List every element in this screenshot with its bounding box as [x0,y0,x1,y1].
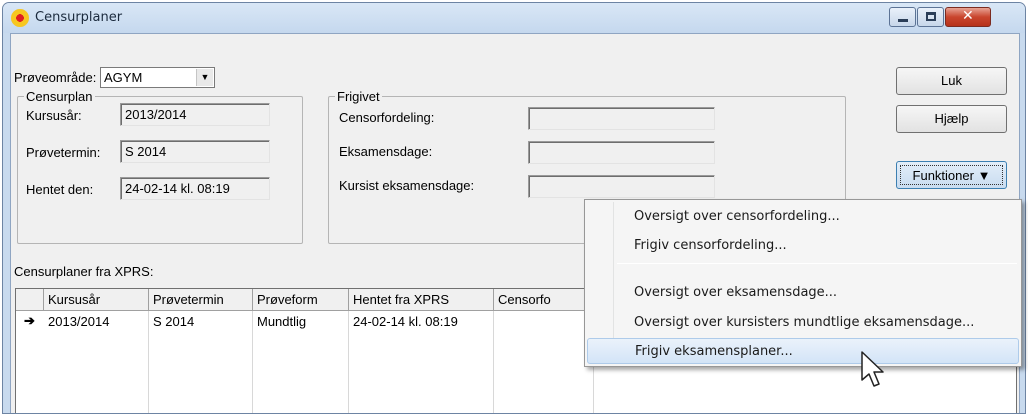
censorfordeling-field [528,107,715,130]
cell-provetermin: S 2014 [153,314,195,329]
menu-item-oversigt-censorfordeling[interactable]: Oversigt over censorfordeling... [587,204,1019,230]
menu-item-label: Oversigt over eksamensdage... [634,285,838,300]
kursusaar-value: 2013/2014 [125,107,187,122]
funktioner-menu: Oversigt over censorfordeling... Frigiv … [584,199,1022,367]
provetermin-field: S 2014 [120,140,270,163]
menu-item-label: Oversigt over censorfordeling... [634,209,840,224]
column-header[interactable]: Prøvetermin [149,289,253,311]
kursist-eksamensdage-field [528,175,715,198]
row-indicator-header [16,289,44,311]
censurplan-legend: Censurplan [24,89,95,104]
dropdown-arrow-icon: ▼ [977,168,991,183]
menu-item-label: Frigiv eksamensplaner... [635,344,793,359]
menu-item-frigiv-censorfordeling[interactable]: Frigiv censorfordeling... [587,233,1019,259]
eksamensdage-field [528,141,715,164]
hjaelp-button[interactable]: Hjælp [896,105,1007,133]
minimize-icon [898,19,908,22]
luk-button[interactable]: Luk [896,67,1007,95]
table-caption: Censurplaner fra XPRS: [14,264,154,279]
mouse-pointer-icon [861,351,884,387]
kursist-eksamensdage-label: Kursist eksamensdage: [339,178,475,193]
cell-hentet: 24-02-14 kl. 08:19 [353,314,458,329]
maximize-icon [926,12,936,21]
proveomrade-select[interactable]: AGYM ▼ [100,67,215,88]
provetermin-label: Prøvetermin: [26,145,101,160]
censorfordeling-label: Censorfordeling: [339,110,435,125]
frigivet-legend: Frigivet [335,89,382,104]
current-row-arrow-icon: ➔ [24,313,35,328]
column-header[interactable]: Kursusår [44,289,149,311]
menu-item-oversigt-kursisters-eksamensdage[interactable]: Oversigt over kursisters mundtlige eksam… [587,310,1019,336]
close-button[interactable]: ✕ [945,7,991,27]
hentet-value: 24-02-14 kl. 08:19 [125,181,230,196]
close-icon: ✕ [962,8,974,24]
column-header[interactable]: Prøveform [253,289,349,311]
menu-item-label: Oversigt over kursisters mundtlige eksam… [634,315,975,330]
menu-item-oversigt-eksamensdage[interactable]: Oversigt over eksamensdage... [587,280,1019,306]
title-bar[interactable]: Censurplaner ✕ [3,3,1025,33]
hentet-field: 24-02-14 kl. 08:19 [120,177,270,200]
funktioner-label: Funktioner [912,168,974,183]
column-header[interactable]: Censorfo [494,289,594,311]
chevron-down-icon[interactable]: ▼ [196,69,213,86]
column-header[interactable]: Hentet fra XPRS [349,289,494,311]
cell-proveform: Mundtlig [257,314,307,329]
proveomrade-label: Prøveområde: [14,70,97,85]
kursusaar-field: 2013/2014 [120,103,270,126]
provetermin-value: S 2014 [125,144,167,159]
flower-icon [11,9,29,27]
censurplan-group: Censurplan Kursusår: 2013/2014 Prøveterm… [17,89,303,244]
menu-separator [617,263,1017,264]
maximize-button[interactable] [917,7,944,27]
funktioner-button[interactable]: Funktioner ▼ [896,161,1007,189]
kursusaar-label: Kursusår: [26,108,82,123]
hentet-label: Hentet den: [26,182,94,197]
proveomrade-value: AGYM [104,70,143,85]
window-title: Censurplaner [35,10,123,25]
minimize-button[interactable] [889,7,916,27]
eksamensdage-label: Eksamensdage: [339,144,433,159]
menu-item-label: Frigiv censorfordeling... [634,238,787,253]
cell-kursusaar: 2013/2014 [48,314,110,329]
menu-item-frigiv-eksamensplaner[interactable]: Frigiv eksamensplaner... [587,338,1019,364]
